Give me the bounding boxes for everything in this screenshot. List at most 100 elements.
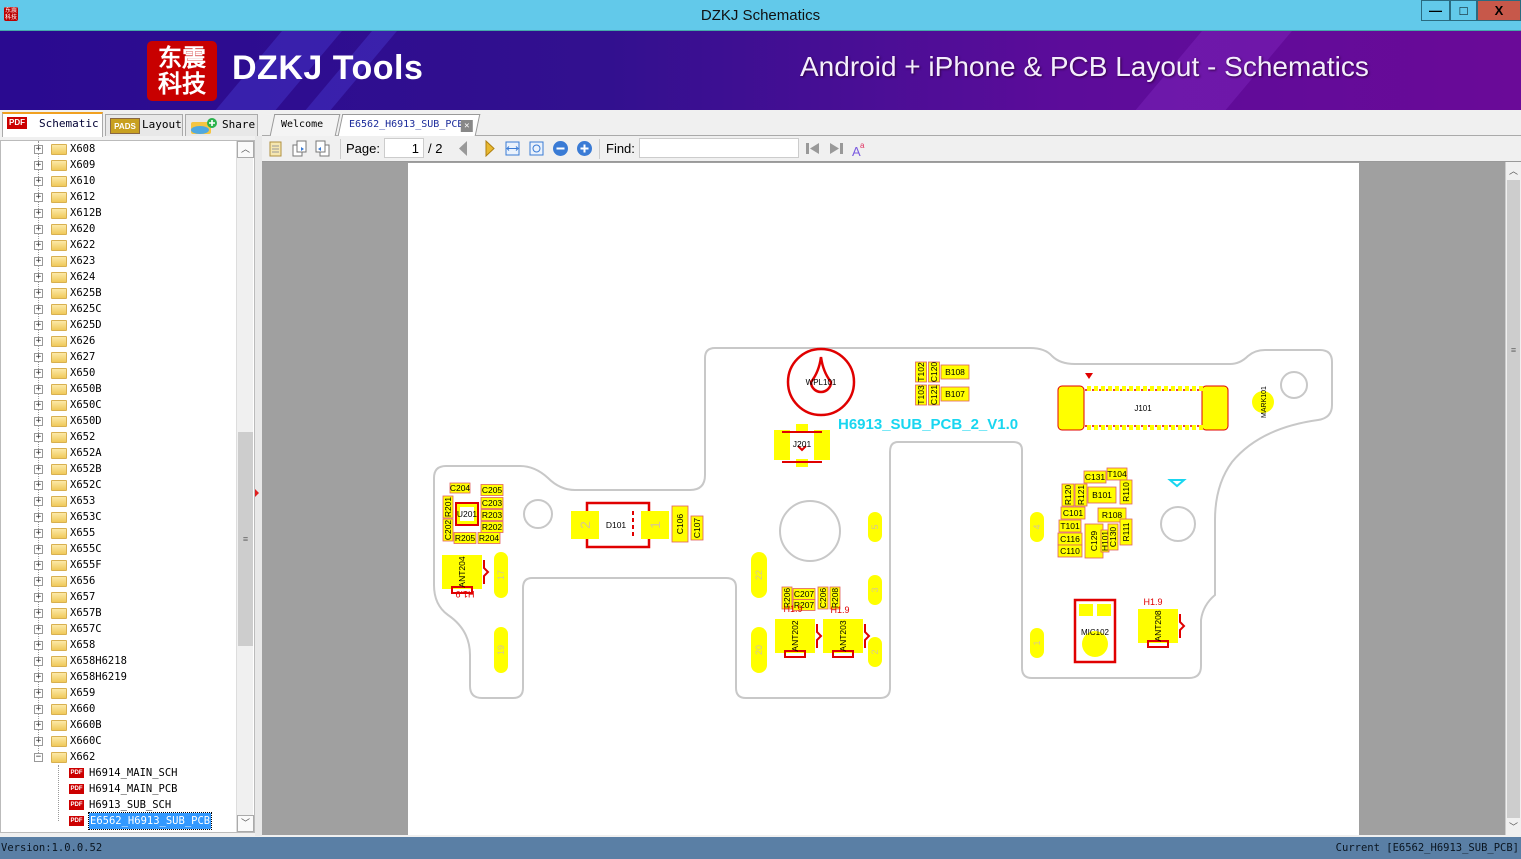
component-c206[interactable]: C206 — [817, 586, 829, 610]
page-number-input[interactable] — [384, 138, 424, 158]
tree-folder-x610[interactable]: + X610 — [1, 173, 237, 189]
expand-icon[interactable]: + — [34, 353, 43, 362]
viewer-scrollbar[interactable]: ︿ ≡ ﹀ — [1505, 162, 1521, 835]
expand-icon[interactable]: + — [34, 209, 43, 218]
tree-folder-x608[interactable]: + X608 — [1, 141, 237, 157]
component-ant208[interactable]: ANT208 — [1138, 609, 1186, 648]
tree-folder-x653c[interactable]: + X653C — [1, 509, 237, 525]
expand-icon[interactable]: + — [34, 337, 43, 346]
tree-folder-x652a[interactable]: + X652A — [1, 445, 237, 461]
component-c101[interactable]: C101 — [1060, 506, 1086, 520]
zoom-out-icon[interactable] — [552, 140, 569, 157]
component-c120[interactable]: C120 — [928, 362, 940, 383]
minimize-button[interactable]: — — [1421, 0, 1450, 21]
tree-folder-x652b[interactable]: + X652B — [1, 461, 237, 477]
previous-page-icon[interactable] — [455, 140, 472, 157]
tab-layout[interactable]: PADS Layout — [105, 114, 183, 136]
expand-icon[interactable]: + — [34, 289, 43, 298]
expand-icon[interactable]: + — [34, 193, 43, 202]
tree-folder-x656[interactable]: + X656 — [1, 573, 237, 589]
tree-folder-x662[interactable]: − X662 — [1, 749, 237, 765]
tree-folder-x655[interactable]: + X655 — [1, 525, 237, 541]
expand-icon[interactable]: + — [34, 433, 43, 442]
scroll-thumb[interactable]: ≡ — [238, 432, 253, 646]
component-b101[interactable]: B101 — [1087, 486, 1117, 504]
expand-icon[interactable]: + — [34, 497, 43, 506]
expand-icon[interactable]: + — [34, 417, 43, 426]
scroll-down-button[interactable]: ﹀ — [1506, 820, 1521, 833]
tree-folder-x658h6219[interactable]: + X658H6219 — [1, 669, 237, 685]
component-ant204[interactable]: ANT204 — [442, 555, 490, 594]
scroll-thumb[interactable]: ≡ — [1507, 180, 1520, 818]
tree-folder-x660[interactable]: + X660 — [1, 701, 237, 717]
expand-icon[interactable]: + — [34, 241, 43, 250]
component-r203[interactable]: R203 — [480, 509, 504, 521]
tree-folder-x620[interactable]: + X620 — [1, 221, 237, 237]
tree-folder-x650c[interactable]: + X650C — [1, 397, 237, 413]
tree-folder-x657[interactable]: + X657 — [1, 589, 237, 605]
component-c207[interactable]: C207 — [792, 588, 816, 600]
fit-page-icon[interactable] — [528, 140, 545, 157]
component-c121[interactable]: C121 — [928, 385, 940, 406]
open-document-icon[interactable] — [267, 140, 284, 157]
tree-folder-x657b[interactable]: + X657B — [1, 605, 237, 621]
expand-icon[interactable]: + — [34, 625, 43, 634]
tree-folder-x623[interactable]: + X623 — [1, 253, 237, 269]
component-c204[interactable]: C204 — [449, 482, 471, 494]
component-c107[interactable]: C107 — [690, 515, 704, 541]
collapse-arrow-icon[interactable] — [255, 489, 259, 497]
close-tab-icon[interactable]: ✕ — [460, 120, 473, 132]
component-r204[interactable]: R204 — [477, 532, 501, 544]
component-c131[interactable]: C131 — [1083, 470, 1107, 484]
scroll-up-button[interactable]: ︿ — [1506, 164, 1521, 177]
expand-icon[interactable]: + — [34, 593, 43, 602]
tree-folder-x650d[interactable]: + X650D — [1, 413, 237, 429]
tree-file[interactable]: PDF H6913_SUB_SCH — [1, 797, 237, 813]
tree-folder-x624[interactable]: + X624 — [1, 269, 237, 285]
scroll-down-button[interactable]: ﹀ — [237, 815, 254, 832]
component-b108[interactable]: B108 — [940, 364, 970, 380]
close-button[interactable]: X — [1477, 0, 1521, 21]
expand-icon[interactable]: + — [34, 401, 43, 410]
expand-icon[interactable]: + — [34, 305, 43, 314]
expand-icon[interactable]: + — [34, 529, 43, 538]
expand-icon[interactable]: + — [34, 545, 43, 554]
tree-folder-x612[interactable]: + X612 — [1, 189, 237, 205]
component-c202[interactable]: C202 — [442, 518, 454, 542]
tree-folder-x625c[interactable]: + X625C — [1, 301, 237, 317]
tree-file[interactable]: PDF H6914_MAIN_PCB — [1, 781, 237, 797]
expand-icon[interactable]: + — [34, 177, 43, 186]
expand-icon[interactable]: + — [34, 321, 43, 330]
expand-icon[interactable]: + — [34, 369, 43, 378]
tree-folder-x653[interactable]: + X653 — [1, 493, 237, 509]
component-c106[interactable]: C106 — [671, 505, 689, 543]
expand-icon[interactable]: + — [34, 561, 43, 570]
expand-icon[interactable]: + — [34, 689, 43, 698]
expand-icon[interactable]: + — [34, 465, 43, 474]
tree-folder-x660b[interactable]: + X660B — [1, 717, 237, 733]
tree-folder-x652c[interactable]: + X652C — [1, 477, 237, 493]
tree-scrollbar[interactable]: ︿ ≡ ﹀ — [236, 141, 254, 832]
component-r205[interactable]: R205 — [453, 532, 477, 544]
tree-folder-x657c[interactable]: + X657C — [1, 621, 237, 637]
paste-page-icon[interactable] — [314, 140, 331, 157]
expand-icon[interactable]: + — [34, 481, 43, 490]
expand-icon[interactable]: + — [34, 513, 43, 522]
panel-splitter[interactable] — [255, 136, 262, 836]
tab-welcome[interactable]: Welcome — [269, 114, 341, 136]
expand-icon[interactable]: + — [34, 609, 43, 618]
component-c110[interactable]: C110 — [1057, 544, 1083, 558]
component-ant203[interactable]: ANT203 — [823, 619, 871, 658]
component-c116[interactable]: C116 — [1057, 532, 1083, 546]
expand-icon[interactable]: + — [34, 657, 43, 666]
tree-folder-x626[interactable]: + X626 — [1, 333, 237, 349]
tree-folder-x627[interactable]: + X627 — [1, 349, 237, 365]
tree-folder-x652[interactable]: + X652 — [1, 429, 237, 445]
expand-icon[interactable]: + — [34, 273, 43, 282]
find-previous-icon[interactable] — [804, 140, 821, 157]
expand-icon[interactable]: + — [34, 145, 43, 154]
tree-folder-x609[interactable]: + X609 — [1, 157, 237, 173]
expand-icon[interactable]: + — [34, 641, 43, 650]
tree-folder-x650[interactable]: + X650 — [1, 365, 237, 381]
component-ant202[interactable]: ANT202 — [775, 619, 823, 658]
